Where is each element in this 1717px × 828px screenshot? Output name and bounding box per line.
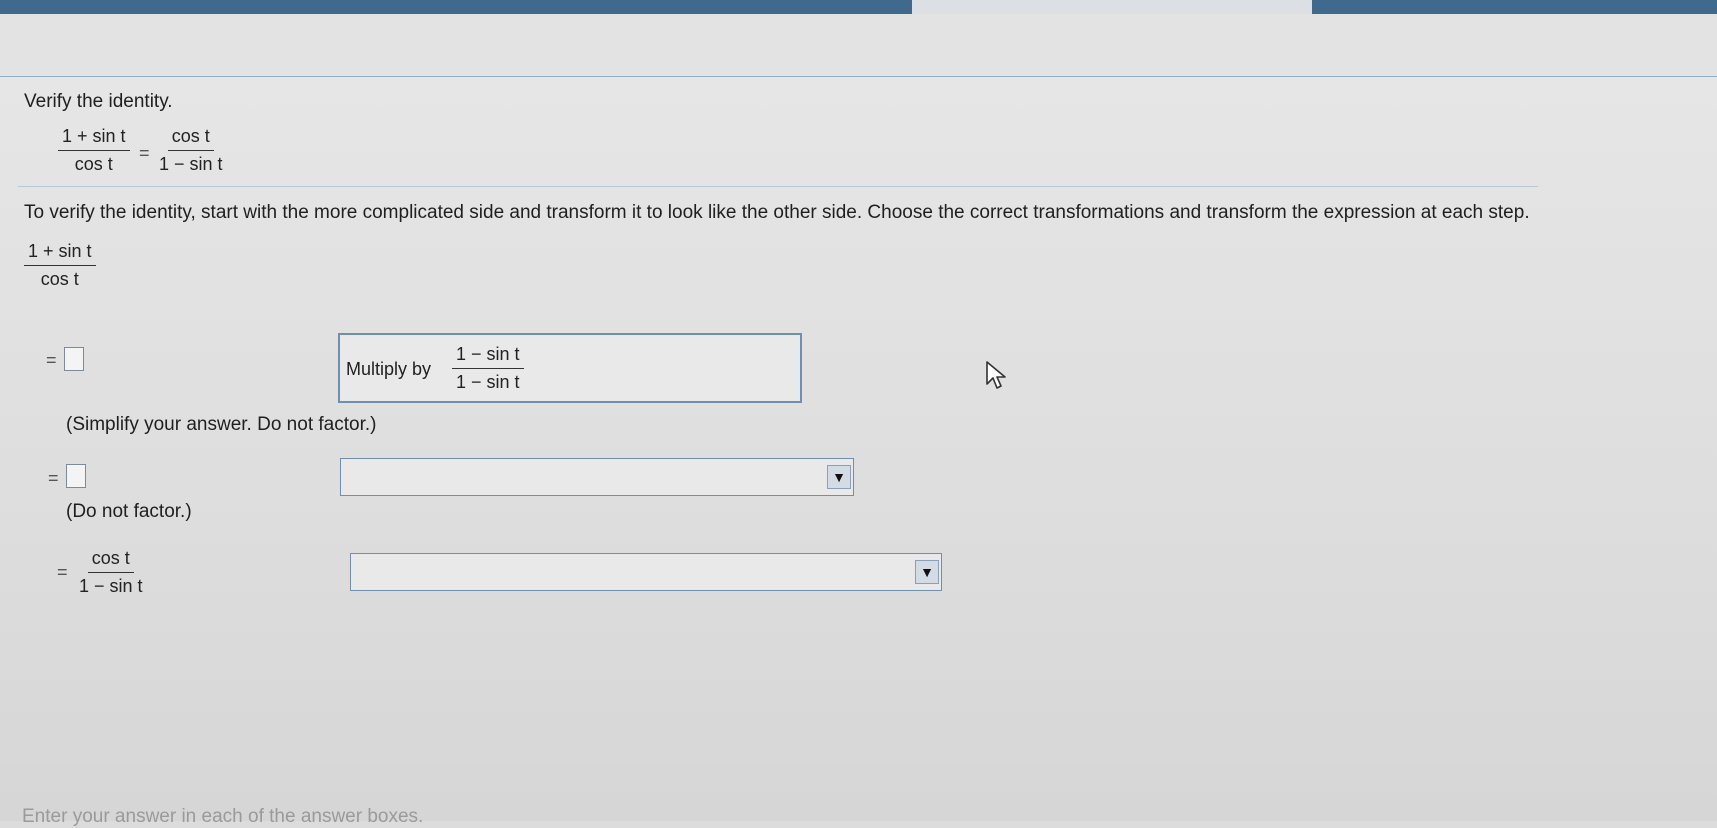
- step1-equals-sign: =: [46, 350, 57, 370]
- header-band: [0, 14, 1717, 76]
- step2-transformation-dropdown[interactable]: ▼: [340, 458, 854, 496]
- dropdown-arrow-icon[interactable]: ▼: [915, 560, 939, 584]
- identity-right-numerator: cos t: [167, 126, 214, 151]
- identity-right-denominator: 1 − sin t: [159, 154, 223, 174]
- step1-hint: (Simplify your answer. Do not factor.): [66, 414, 377, 435]
- step2-equals-sign: =: [48, 468, 59, 488]
- dropdown-arrow-icon[interactable]: ▼: [827, 465, 851, 489]
- browser-tab-area: [912, 0, 1312, 14]
- question-prompt: Verify the identity.: [24, 91, 173, 112]
- step3-transformation-dropdown[interactable]: ▼: [350, 553, 942, 591]
- step3-dropdown-value: [357, 560, 907, 584]
- step3-equals-sign: =: [57, 562, 68, 582]
- step1-dropdown-fraction: 1 − sin t 1 − sin t: [452, 344, 524, 393]
- identity-equals-sign: =: [139, 143, 150, 163]
- start-expression: 1 + sin t cos t: [24, 241, 96, 290]
- step1-dropdown-prefix: Multiply by: [346, 359, 432, 379]
- step1-dropdown-denominator: 1 − sin t: [456, 372, 520, 392]
- instructions-text: To verify the identity, start with the m…: [24, 202, 1530, 223]
- start-numerator: 1 + sin t: [24, 241, 96, 266]
- step2-answer-box[interactable]: [66, 464, 86, 488]
- section-divider: [18, 186, 1538, 187]
- identity-right-fraction: cos t 1 − sin t: [155, 126, 227, 175]
- identity-left-fraction: 1 + sin t cos t: [58, 126, 130, 175]
- step2-hint: (Do not factor.): [66, 501, 192, 522]
- identity-left-numerator: 1 + sin t: [58, 126, 130, 151]
- step3-denominator: 1 − sin t: [79, 576, 143, 596]
- step1-transformation-dropdown[interactable]: Multiply by 1 − sin t 1 − sin t: [338, 333, 802, 403]
- step3-numerator: cos t: [87, 548, 134, 573]
- question-content: [0, 76, 1717, 821]
- browser-top-bar: [0, 0, 1717, 14]
- step3-expression: cos t 1 − sin t: [75, 548, 147, 597]
- step1-dropdown-numerator: 1 − sin t: [452, 344, 524, 369]
- footer-text: Enter your answer in each of the answer …: [22, 806, 424, 827]
- start-denominator: cos t: [40, 269, 79, 289]
- step1-answer-box[interactable]: [64, 347, 84, 371]
- identity-left-denominator: cos t: [74, 154, 113, 174]
- step2-dropdown-value: [347, 465, 819, 489]
- mouse-pointer-icon: [986, 361, 1006, 389]
